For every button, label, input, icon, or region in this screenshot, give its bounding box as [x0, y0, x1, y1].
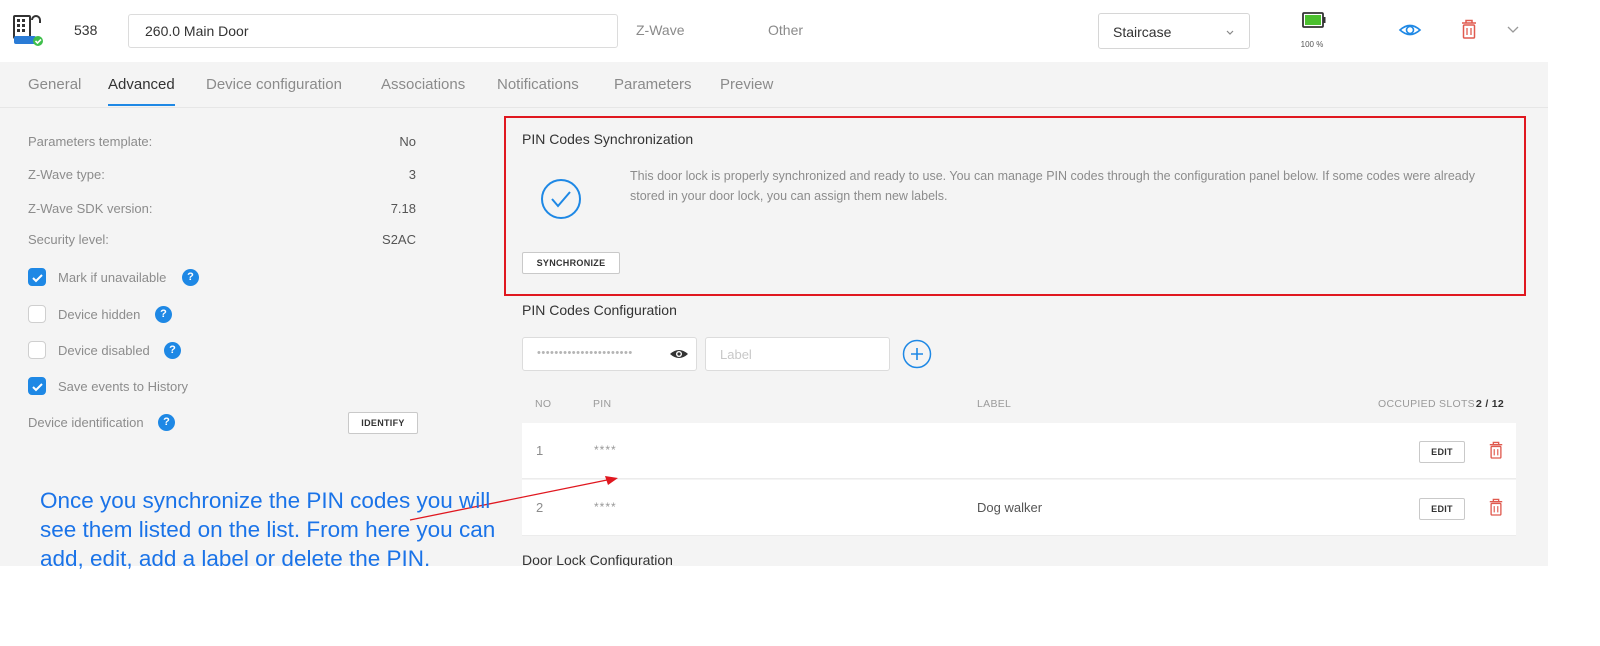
edit-button[interactable]: EDIT — [1419, 441, 1465, 463]
synchronize-button[interactable]: SYNCHRONIZE — [522, 252, 620, 274]
device-category: Other — [768, 22, 804, 38]
label-input[interactable] — [705, 337, 890, 371]
help-icon[interactable]: ? — [155, 306, 172, 323]
expand-chevron-icon[interactable] — [1506, 22, 1520, 40]
occupied-slots-label: OCCUPIED SLOTS: — [1378, 398, 1479, 410]
table-row: 1 **** EDIT — [522, 423, 1516, 479]
tab-associations[interactable]: Associations — [381, 76, 465, 93]
prop-value-zwave-type: 3 — [408, 167, 416, 182]
sync-message: This door lock is properly synchronized … — [630, 169, 1475, 203]
edit-button[interactable]: EDIT — [1419, 498, 1465, 520]
device-header: 538 Z-Wave Other Staircase 100 % — [0, 0, 1600, 62]
col-header-label: LABEL — [977, 398, 1012, 410]
save-events-checkbox[interactable] — [28, 377, 46, 395]
mark-unavailable-label: Mark if unavailable — [58, 270, 167, 285]
row-label: Dog walker — [977, 500, 1043, 515]
tab-device-configuration[interactable]: Device configuration — [206, 76, 342, 93]
tab-advanced[interactable]: Advanced — [108, 76, 175, 106]
table-row: 2 **** Dog walker EDIT — [522, 480, 1516, 536]
prop-label-zwave-sdk: Z-Wave SDK version: — [28, 201, 153, 216]
device-disabled-checkbox[interactable] — [28, 341, 46, 359]
annotation-text: Once you synchronize the PIN codes you w… — [40, 488, 496, 571]
device-id: 538 — [74, 22, 98, 38]
door-lock-device-icon — [12, 14, 46, 48]
device-protocol: Z-Wave — [636, 22, 685, 38]
pin-input[interactable]: •••••••••••••••••••••• — [522, 337, 697, 371]
page-footer-blank — [0, 566, 1600, 646]
eye-icon[interactable] — [669, 347, 689, 366]
door-lock-config-title: Door Lock Configuration — [522, 552, 673, 566]
device-disabled-label: Device disabled — [58, 343, 150, 358]
prop-value-zwave-sdk: 7.18 — [390, 201, 416, 216]
row-no: 1 — [536, 443, 544, 458]
device-name-input[interactable] — [128, 14, 618, 48]
chevron-down-icon — [1225, 24, 1235, 42]
room-select-value: Staircase — [1113, 24, 1172, 40]
tab-general[interactable]: General — [28, 76, 81, 93]
trash-icon[interactable] — [1488, 497, 1504, 522]
col-header-no: NO — [535, 398, 552, 410]
save-events-label: Save events to History — [58, 379, 189, 394]
battery-percent: 100 % — [1300, 40, 1324, 49]
tab-parameters[interactable]: Parameters — [614, 76, 692, 93]
config-section-title: PIN Codes Configuration — [522, 302, 677, 318]
row-pin: **** — [594, 443, 617, 457]
device-hidden-label: Device hidden — [58, 307, 141, 322]
prop-label-parameters-template: Parameters template: — [28, 134, 153, 149]
mark-unavailable-checkbox[interactable] — [28, 268, 46, 286]
tab-preview[interactable]: Preview — [720, 76, 773, 93]
tab-bar: General Advanced Device configuration As… — [0, 62, 1548, 108]
battery-icon — [1298, 12, 1326, 36]
battery-indicator: 100 % — [1298, 8, 1328, 49]
prop-value-security-level: S2AC — [382, 232, 416, 247]
eye-icon[interactable] — [1398, 20, 1422, 45]
device-hidden-checkbox[interactable] — [28, 305, 46, 323]
prop-value-parameters-template: No — [399, 134, 416, 149]
identify-button[interactable]: IDENTIFY — [348, 412, 418, 434]
prop-label-zwave-type: Z-Wave type: — [28, 167, 105, 182]
occupied-slots-value: 2 / 12 — [1476, 398, 1505, 410]
help-icon[interactable]: ? — [182, 269, 199, 286]
pin-input-placeholder: •••••••••••••••••••••• — [537, 347, 633, 359]
tab-notifications[interactable]: Notifications — [497, 76, 579, 93]
trash-icon[interactable] — [1460, 18, 1478, 45]
col-header-pin: PIN — [593, 398, 612, 410]
prop-label-security-level: Security level: — [28, 232, 109, 247]
device-identification-label: Device identification — [28, 415, 144, 430]
help-icon[interactable]: ? — [158, 414, 175, 431]
add-pin-plus-icon[interactable] — [902, 339, 932, 369]
check-circle-icon — [540, 178, 582, 225]
help-icon[interactable]: ? — [164, 342, 181, 359]
room-select[interactable]: Staircase — [1098, 13, 1250, 49]
trash-icon[interactable] — [1488, 440, 1504, 465]
sync-section-title: PIN Codes Synchronization — [522, 131, 694, 147]
